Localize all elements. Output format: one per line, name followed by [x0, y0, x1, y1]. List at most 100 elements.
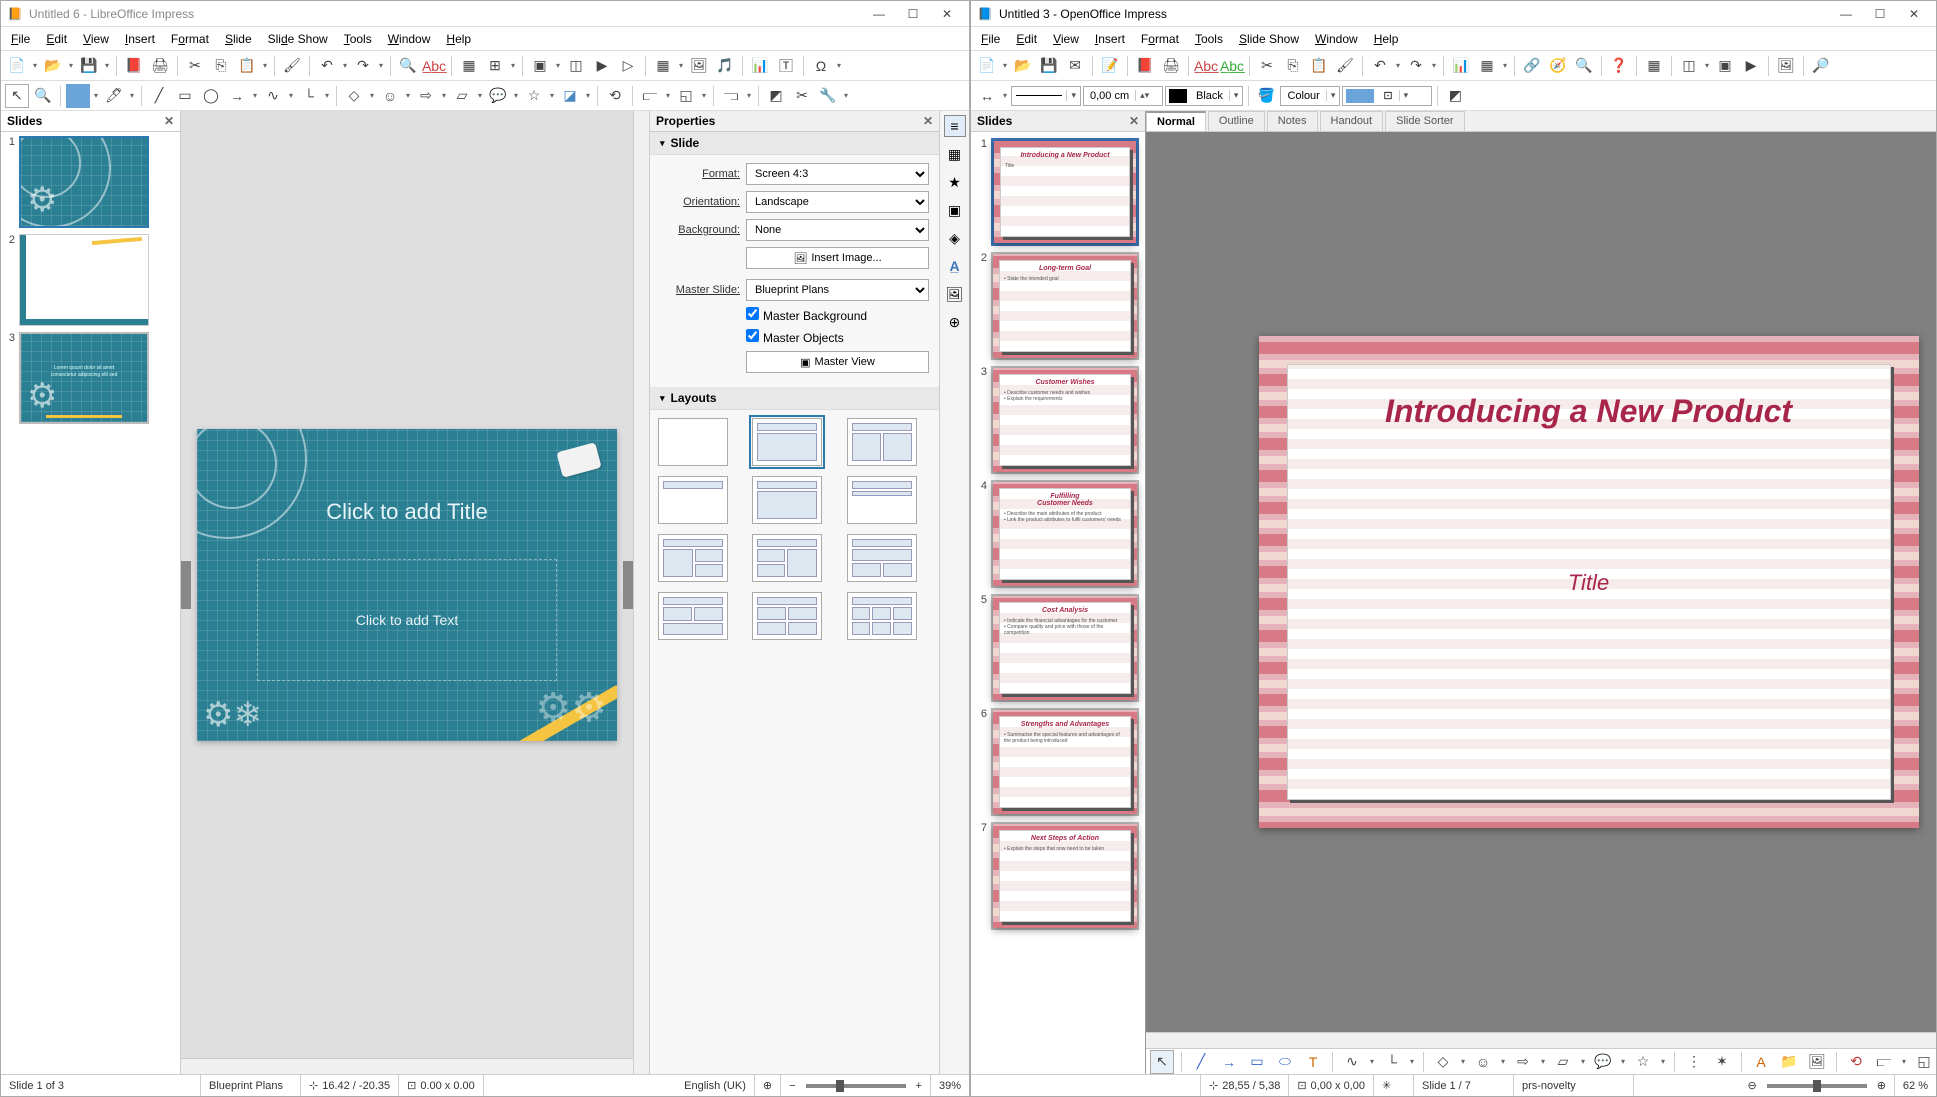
dropdown-icon[interactable]: ▾ [700, 91, 708, 100]
dropdown-icon[interactable]: ▾ [835, 61, 843, 70]
line-color-select[interactable]: Black▾ [1165, 86, 1243, 106]
master-slides-icon[interactable]: ▣ [944, 199, 966, 221]
layout-title-only[interactable] [658, 476, 728, 524]
curve-icon[interactable]: ∿ [261, 84, 285, 108]
start-first-icon[interactable]: ▶ [590, 54, 614, 78]
zoom-out-icon[interactable]: ⊖ [1747, 1079, 1756, 1092]
zoom-slider[interactable] [1767, 1084, 1867, 1088]
dropdown-icon[interactable]: ▾ [1659, 1057, 1667, 1066]
copy-icon[interactable]: ⎘ [209, 54, 233, 78]
connector-icon[interactable]: └ [1380, 1050, 1404, 1074]
line-width-input[interactable]: 0,00 cm▴▾ [1083, 86, 1163, 106]
block-arrows-icon[interactable]: ⇨ [414, 84, 438, 108]
from-file-icon[interactable]: 📁 [1777, 1050, 1801, 1074]
grid-icon[interactable]: ▦ [1642, 54, 1666, 78]
layout-title-2content[interactable] [847, 418, 917, 466]
menu-help[interactable]: Help [438, 30, 479, 48]
fontwork-icon[interactable]: A [1749, 1050, 1773, 1074]
orientation-select[interactable]: Landscape [746, 191, 929, 213]
slide-show-icon[interactable]: ▶ [1739, 54, 1763, 78]
properties-deck-icon[interactable]: ≡ [944, 115, 966, 137]
dropdown-icon[interactable]: ▾ [1459, 1057, 1467, 1066]
redo-icon[interactable]: ↷ [351, 54, 375, 78]
insert-table-icon[interactable]: ▦ [651, 54, 675, 78]
symbol-shapes-icon[interactable]: ☺ [1471, 1050, 1495, 1074]
dropdown-icon[interactable]: ▾ [1539, 1057, 1547, 1066]
line-icon[interactable]: ╱ [147, 84, 171, 108]
zoom-icon[interactable]: 🔍 [1572, 54, 1596, 78]
dropdown-icon[interactable]: ▾ [1499, 1057, 1507, 1066]
gallery-icon[interactable]: 🖼 [1774, 54, 1798, 78]
arrange-icon[interactable]: ◱ [1912, 1050, 1936, 1074]
format-select[interactable]: Screen 4:3 [746, 163, 929, 185]
tab-outline[interactable]: Outline [1208, 111, 1265, 131]
email-icon[interactable]: ✉ [1063, 54, 1087, 78]
animation-icon[interactable]: ★ [944, 171, 966, 193]
dropdown-icon[interactable]: ▾ [548, 91, 556, 100]
horizontal-scrollbar[interactable] [1146, 1032, 1936, 1048]
slide-thumbnail-3[interactable]: Customer Wishes• Describe customer needs… [991, 366, 1139, 474]
new-icon[interactable]: 📄 [5, 54, 29, 78]
close-panel-icon[interactable]: ✕ [164, 114, 174, 128]
paste-icon[interactable]: 📋 [235, 54, 259, 78]
select-arrow-icon[interactable]: ↖ [1150, 1050, 1174, 1074]
master-view-button[interactable]: ▣Master View [746, 351, 929, 373]
menu-help[interactable]: Help [1366, 30, 1407, 48]
dropdown-icon[interactable]: ▾ [377, 61, 385, 70]
fill-color-icon[interactable] [66, 84, 90, 108]
line-style-select[interactable]: ▾ [1011, 86, 1081, 106]
dropdown-icon[interactable]: ▾ [92, 91, 100, 100]
menu-edit[interactable]: Edit [1008, 30, 1045, 48]
gallery-icon[interactable]: 🖼 [1805, 1050, 1829, 1074]
open-icon[interactable]: 📂 [41, 54, 65, 78]
close-button[interactable]: ✕ [931, 4, 963, 24]
spellcheck-icon[interactable]: A̲b̲c̲ [1194, 54, 1218, 78]
undo-icon[interactable]: ↶ [315, 54, 339, 78]
insert-image-button[interactable]: 🖼Insert Image... [746, 247, 929, 269]
fill-color-select[interactable]: ⊡▾ [1342, 86, 1432, 106]
edit-file-icon[interactable]: 📝 [1098, 54, 1122, 78]
text-placeholder[interactable]: Click to add Text [257, 559, 557, 681]
close-panel-icon[interactable]: ✕ [1129, 114, 1139, 128]
menu-slideshow[interactable]: Slide Show [1231, 30, 1307, 48]
menu-insert[interactable]: Insert [117, 30, 163, 48]
minimize-button[interactable]: — [863, 4, 895, 24]
menu-file[interactable]: File [973, 30, 1008, 48]
slide-transition-icon[interactable]: ▦ [944, 143, 966, 165]
rectangle-icon[interactable]: ▭ [1245, 1050, 1269, 1074]
layout-4content[interactable] [752, 592, 822, 640]
cut-icon[interactable]: ✂ [1255, 54, 1279, 78]
dropdown-icon[interactable]: ▾ [1408, 1057, 1416, 1066]
styles-icon[interactable]: A̲ [944, 255, 966, 277]
tab-notes[interactable]: Notes [1267, 111, 1318, 131]
layout-b[interactable] [752, 534, 822, 582]
snap-icon[interactable]: ⊞ [483, 54, 507, 78]
status-lang[interactable]: English (UK) [676, 1075, 755, 1096]
crop-icon[interactable]: ✂ [790, 84, 814, 108]
slide-design-icon[interactable]: ◫ [1677, 54, 1701, 78]
undo-icon[interactable]: ↶ [1368, 54, 1392, 78]
grid-icon[interactable]: ▦ [457, 54, 481, 78]
dropdown-icon[interactable]: ▾ [1900, 1057, 1908, 1066]
dropdown-icon[interactable]: ▾ [287, 91, 295, 100]
shadow-icon[interactable]: ◩ [1443, 84, 1467, 108]
dropdown-icon[interactable]: ▾ [745, 91, 753, 100]
dropdown-icon[interactable]: ▾ [31, 61, 39, 70]
dropdown-icon[interactable]: ▾ [1001, 61, 1009, 70]
layout-title-content[interactable] [752, 418, 822, 466]
fill-mode-select[interactable]: Colour▾ [1280, 86, 1340, 106]
menu-view[interactable]: View [75, 30, 117, 48]
arrow-style-icon[interactable]: ↔ [975, 84, 999, 108]
filter-icon[interactable]: 🔧 [816, 84, 840, 108]
layout-centered[interactable] [752, 476, 822, 524]
stars-icon[interactable]: ☆ [1631, 1050, 1655, 1074]
autospell-icon[interactable]: A̲b̲c̲ [1220, 54, 1244, 78]
dropdown-icon[interactable]: ▾ [584, 91, 592, 100]
zoom-out-icon[interactable]: − [789, 1080, 795, 1092]
hyperlink-icon[interactable]: 🔗 [1520, 54, 1544, 78]
menu-insert[interactable]: Insert [1087, 30, 1133, 48]
find-icon[interactable]: 🔎 [1809, 54, 1833, 78]
save-icon[interactable]: 💾 [1037, 54, 1061, 78]
help-icon[interactable]: ❓ [1607, 54, 1631, 78]
cut-icon[interactable]: ✂ [183, 54, 207, 78]
